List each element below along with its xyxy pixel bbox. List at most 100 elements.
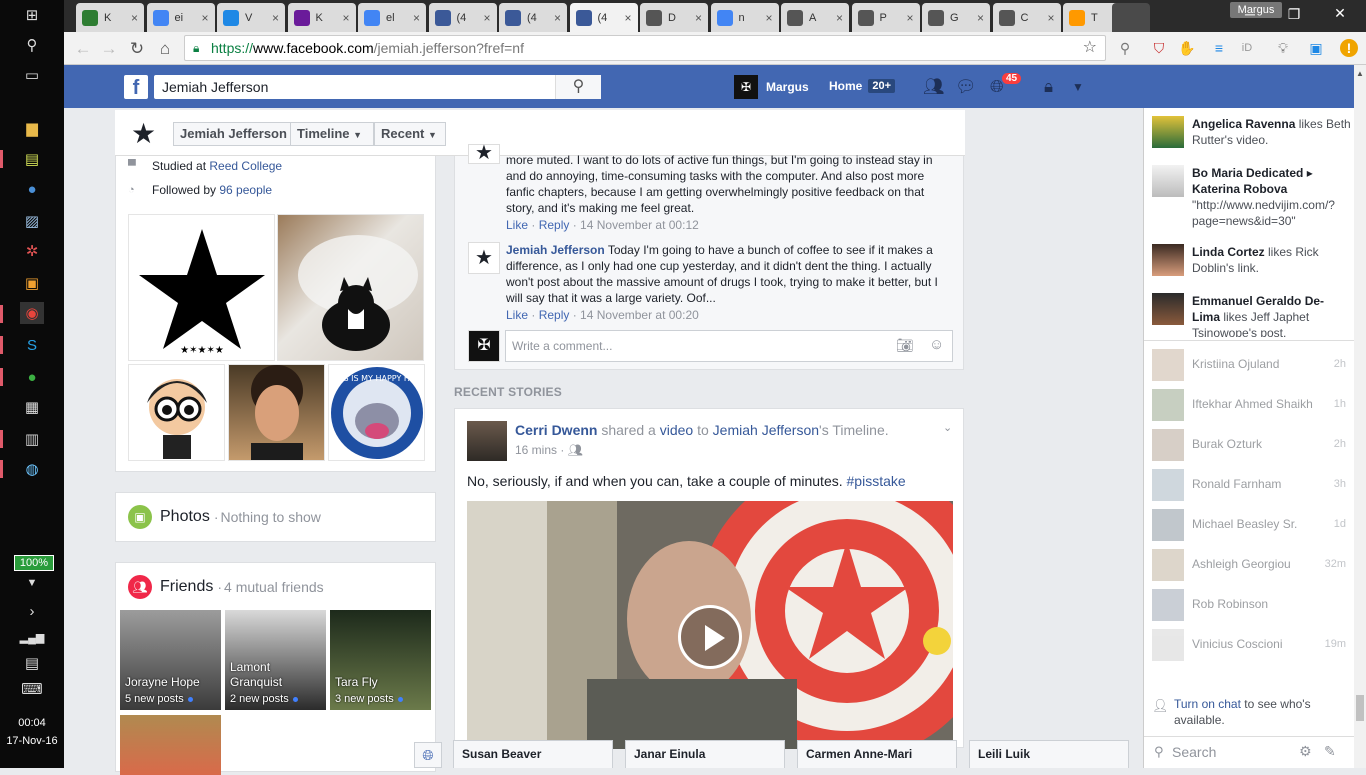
friend-tile[interactable]: Jorayne Hope 5 new posts — [120, 610, 221, 710]
messages-icon[interactable]: 💬︎ — [955, 77, 977, 97]
chrome-icon[interactable]: ◉ — [20, 302, 44, 324]
extension-icon[interactable]: ✋ — [1178, 39, 1196, 57]
keyboard-icon[interactable]: ⌨ — [20, 678, 44, 700]
comment-author[interactable]: Jemiah Jefferson — [506, 243, 605, 257]
chat-contact[interactable]: Iftekhar Ahmed Shaikh 1h — [1152, 389, 1346, 421]
globe-app-icon[interactable]: ● — [20, 178, 44, 200]
close-tab-icon[interactable]: × — [554, 11, 561, 25]
restore-icon[interactable]: ❐ — [1274, 6, 1314, 26]
network-icon[interactable]: ▂▄▆ — [20, 626, 45, 648]
extension-icon[interactable]: iD — [1238, 39, 1256, 57]
intro-photo-woman[interactable] — [228, 364, 325, 461]
browser-tab[interactable]: K × — [287, 3, 356, 32]
extension-icon[interactable]: ▣ — [1307, 39, 1325, 57]
browser-tab[interactable]: A × — [781, 3, 849, 32]
browser-tab[interactable]: el × — [358, 3, 426, 32]
intro-photo-eeyore[interactable]: THIS IS MY HAPPY FACE — [328, 364, 425, 461]
extension-icon[interactable]: ⚲ — [1116, 39, 1134, 57]
post-timestamp[interactable]: 16 mins · — [515, 443, 568, 457]
emoji-icon[interactable]: ☺ — [929, 336, 944, 353]
clock-time[interactable]: 00:04 — [0, 717, 64, 729]
gear-icon[interactable]: ⚙ — [1299, 743, 1312, 760]
chat-contact[interactable]: Ashleigh Georgiou 32m — [1152, 549, 1346, 581]
chat-tab[interactable]: Janar Einula — [625, 740, 785, 768]
ticker-item[interactable]: Emmanuel Geraldo De-Lima likes Jeff Japh… — [1152, 293, 1352, 337]
close-tab-icon[interactable]: × — [1047, 11, 1054, 25]
notepad-icon[interactable]: ▤ — [20, 148, 44, 170]
post-options-chevron-icon[interactable]: ⌄ — [943, 421, 952, 434]
clock-date[interactable]: 17-Nov-16 — [0, 735, 64, 747]
facebook-logo-icon[interactable]: f — [124, 75, 148, 99]
author-avatar[interactable] — [467, 421, 507, 461]
comment-avatar-star-icon[interactable]: ★ — [468, 143, 500, 164]
browser-tab[interactable]: C × — [992, 3, 1061, 32]
comment-time[interactable]: 14 November at 00:20 — [580, 308, 699, 322]
school-link[interactable]: Reed College — [209, 159, 282, 173]
browser-tab[interactable]: n × — [710, 3, 779, 32]
chat-contact[interactable]: Michael Beasley Sr. 1d — [1152, 509, 1346, 541]
intro-photo-cat[interactable] — [277, 214, 424, 361]
browser-tab[interactable]: (4 × — [499, 3, 567, 32]
app-icon[interactable]: ▣ — [20, 272, 44, 294]
browser-tab[interactable]: V × — [217, 3, 285, 32]
page-scrollbar[interactable]: ▲ — [1354, 65, 1366, 768]
browser-tab[interactable]: ei × — [146, 3, 215, 32]
privacy-lock-icon[interactable]: 🔒︎ — [1044, 77, 1053, 97]
profile-thumbnail-star-icon[interactable]: ★ — [131, 117, 156, 150]
friend-requests-icon[interactable]: 👥︎ — [923, 77, 945, 97]
ublock-icon[interactable]: ⛉ — [1150, 39, 1168, 57]
extension-icon[interactable]: ≡ — [1210, 39, 1228, 57]
close-tab-icon[interactable]: × — [483, 11, 490, 25]
close-tab-icon[interactable]: × — [695, 11, 702, 25]
hashtag-link[interactable]: #pisstake — [847, 473, 906, 489]
close-tab-icon[interactable]: × — [413, 11, 420, 25]
browser-tab[interactable]: D × — [640, 3, 708, 32]
close-tab-icon[interactable]: × — [131, 11, 138, 25]
like-link[interactable]: Like — [506, 308, 528, 322]
chat-contact[interactable]: Ronald Farnham 3h — [1152, 469, 1346, 501]
back-arrow-icon[interactable]: ← — [72, 38, 94, 60]
close-tab-icon[interactable]: × — [977, 11, 984, 25]
home-link[interactable]: Home 20+ — [829, 79, 896, 93]
close-tab-icon[interactable]: × — [624, 11, 631, 25]
friends-header[interactable]: 👥︎ Friends · 4 mutual friends — [128, 575, 324, 599]
chat-contact[interactable]: Rob Robinson — [1152, 589, 1346, 621]
chat-contact[interactable]: Kristiina Ojuland 2h — [1152, 349, 1346, 381]
friend-tile[interactable] — [120, 715, 221, 775]
reload-icon[interactable]: ↻ — [126, 38, 148, 60]
chat-contact[interactable]: Vinicius Coscioni 19m — [1152, 629, 1346, 661]
skype-icon[interactable]: S — [20, 334, 44, 356]
friend-tile[interactable]: Lamont Granquist 2 new posts — [225, 610, 326, 710]
comment-avatar-star-icon[interactable]: ★ — [468, 242, 500, 274]
post-author[interactable]: Cerri Dwenn — [515, 422, 597, 438]
photos-app-icon[interactable]: ▨ — [20, 210, 44, 232]
play-button-icon[interactable] — [678, 605, 742, 669]
app-icon[interactable]: ◍ — [20, 458, 44, 480]
close-tab-icon[interactable]: × — [342, 11, 349, 25]
camera-icon[interactable]: 📷︎ — [896, 337, 914, 354]
chat-tab[interactable]: Leili Luik — [969, 740, 1129, 768]
scrollbar-thumb[interactable] — [1356, 695, 1364, 721]
account-menu-chevron-icon[interactable]: ▼ — [1072, 80, 1084, 94]
action-center-icon[interactable]: ▤ — [20, 652, 44, 674]
friend-tile[interactable]: Tara Fly 3 new posts — [330, 610, 431, 710]
chat-tab[interactable]: Susan Beaver — [453, 740, 613, 768]
intro-photo-star[interactable]: ★✶★✶★ — [128, 214, 275, 361]
chat-globe-icon[interactable]: 🌐︎ — [414, 742, 442, 768]
file-explorer-icon[interactable]: ▆ — [20, 117, 44, 139]
chevron-right-icon[interactable]: › — [20, 600, 44, 622]
browser-tab[interactable]: K × — [76, 3, 144, 32]
photos-header[interactable]: ▣ Photos · Nothing to show — [128, 505, 321, 529]
browser-tab[interactable]: G × — [922, 3, 990, 32]
chat-tab[interactable]: Carmen Anne-Mari — [797, 740, 957, 768]
comment-time[interactable]: 14 November at 00:12 — [580, 218, 699, 232]
profile-name-button[interactable]: Jemiah Jefferson — [173, 122, 294, 146]
scroll-up-icon[interactable]: ▲ — [1356, 69, 1364, 78]
intro-photo-cartoon[interactable] — [128, 364, 225, 461]
forward-arrow-icon[interactable]: → — [98, 38, 120, 60]
browser-tab[interactable]: (4 × — [569, 3, 638, 32]
close-tab-icon[interactable]: × — [765, 11, 772, 25]
minimize-icon[interactable]: ─ — [1230, 6, 1270, 26]
facebook-search-input[interactable]: Jemiah Jefferson — [154, 75, 601, 99]
close-tab-icon[interactable]: × — [836, 11, 843, 25]
